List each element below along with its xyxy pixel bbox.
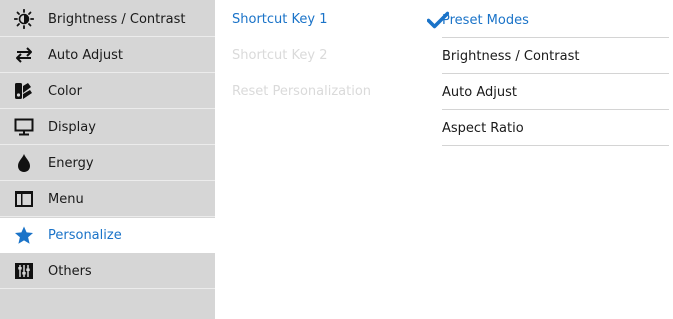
sidebar-item-color[interactable]: Color bbox=[0, 74, 215, 109]
sidebar-item-label: Auto Adjust bbox=[48, 47, 123, 63]
submenu-item-shortcut-key-2: Shortcut Key 2 bbox=[232, 48, 328, 63]
sidebar: Brightness / Contrast Auto Adjust Color … bbox=[0, 0, 215, 319]
sidebar-item-label: Display bbox=[48, 119, 96, 135]
sidebar-item-display[interactable]: Display bbox=[0, 110, 215, 145]
sidebar-item-label: Color bbox=[48, 83, 82, 99]
submenu-item-shortcut-key-1[interactable]: Shortcut Key 1 bbox=[232, 0, 422, 36]
sidebar-item-menu[interactable]: Menu bbox=[0, 182, 215, 217]
sidebar-item-label: Personalize bbox=[48, 227, 122, 243]
option-brightness-contrast[interactable]: Brightness / Contrast bbox=[442, 38, 669, 74]
sidebar-item-personalize[interactable]: Personalize bbox=[0, 218, 215, 253]
auto-adjust-icon bbox=[0, 46, 48, 64]
sidebar-item-label: Others bbox=[48, 263, 92, 279]
submenu-item-reset-personalization: Reset Personalization bbox=[232, 84, 372, 99]
star-icon bbox=[0, 226, 48, 245]
sidebar-item-label: Brightness / Contrast bbox=[48, 11, 186, 27]
menu-icon bbox=[0, 190, 48, 208]
display-icon bbox=[0, 118, 48, 136]
osd-menu: Brightness / Contrast Auto Adjust Color … bbox=[0, 0, 673, 319]
option-preset-modes[interactable]: Preset Modes bbox=[442, 2, 669, 38]
sidebar-item-others[interactable]: Others bbox=[0, 254, 215, 289]
option-aspect-ratio[interactable]: Aspect Ratio bbox=[442, 110, 669, 146]
color-icon bbox=[0, 81, 48, 101]
sidebar-item-auto-adjust[interactable]: Auto Adjust bbox=[0, 38, 215, 73]
option-auto-adjust[interactable]: Auto Adjust bbox=[442, 74, 669, 110]
sidebar-item-label: Menu bbox=[48, 191, 84, 207]
sidebar-item-energy[interactable]: Energy bbox=[0, 146, 215, 181]
energy-icon bbox=[0, 153, 48, 173]
sidebar-item-brightness-contrast[interactable]: Brightness / Contrast bbox=[0, 2, 215, 37]
brightness-icon bbox=[0, 9, 48, 29]
others-icon bbox=[0, 262, 48, 280]
sidebar-item-label: Energy bbox=[48, 155, 94, 171]
